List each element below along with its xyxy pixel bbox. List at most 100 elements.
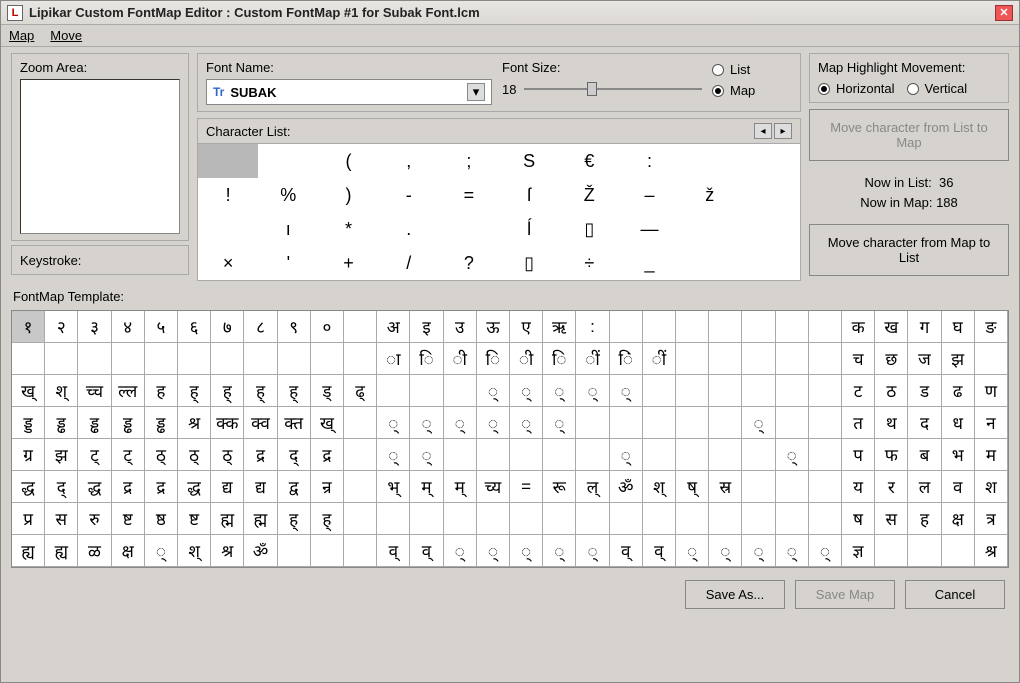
charlist-cell[interactable]: ı	[258, 212, 318, 246]
template-cell[interactable]: ्	[776, 535, 809, 567]
charlist-cell[interactable]	[740, 212, 800, 246]
template-cell[interactable]: ठ	[875, 375, 908, 407]
template-cell[interactable]	[178, 343, 211, 375]
template-cell[interactable]: ह्	[178, 375, 211, 407]
template-cell[interactable]: ्	[809, 535, 842, 567]
template-cell[interactable]	[444, 503, 477, 535]
template-cell[interactable]: ७	[211, 311, 244, 343]
charlist-cell[interactable]: (	[318, 144, 378, 178]
template-cell[interactable]: ्	[676, 535, 709, 567]
template-cell[interactable]: द्ध	[78, 471, 111, 503]
template-cell[interactable]: ्	[377, 439, 410, 471]
template-cell[interactable]: ि	[410, 343, 443, 375]
template-cell[interactable]	[344, 471, 377, 503]
charlist-cell[interactable]: +	[318, 246, 378, 280]
template-cell[interactable]: श्	[643, 471, 676, 503]
charlist-cell[interactable]: ſ	[499, 178, 559, 212]
template-cell[interactable]: ए	[510, 311, 543, 343]
template-cell[interactable]: ीं	[576, 343, 609, 375]
template-cell[interactable]	[643, 503, 676, 535]
template-cell[interactable]: ८	[244, 311, 277, 343]
template-cell[interactable]: २	[45, 311, 78, 343]
template-cell[interactable]: ्	[610, 439, 643, 471]
template-cell[interactable]	[643, 407, 676, 439]
template-cell[interactable]: ४	[112, 311, 145, 343]
font-dropdown-button[interactable]: ▾	[467, 83, 485, 101]
charlist-cell[interactable]	[198, 144, 258, 178]
template-cell[interactable]	[410, 375, 443, 407]
radio-horizontal[interactable]: Horizontal	[818, 81, 895, 96]
template-cell[interactable]	[709, 343, 742, 375]
template-cell[interactable]: ६	[178, 311, 211, 343]
template-cell[interactable]	[344, 343, 377, 375]
template-cell[interactable]	[510, 503, 543, 535]
template-cell[interactable]	[776, 311, 809, 343]
template-cell[interactable]: क्ष	[942, 503, 975, 535]
template-cell[interactable]: र	[875, 471, 908, 503]
charlist-cell[interactable]: :	[619, 144, 679, 178]
template-cell[interactable]: ल	[908, 471, 941, 503]
template-cell[interactable]: ष्ट	[112, 503, 145, 535]
template-cell[interactable]	[45, 343, 78, 375]
template-cell[interactable]: ्	[410, 407, 443, 439]
template-cell[interactable]	[742, 503, 775, 535]
charlist-cell[interactable]: Ž	[559, 178, 619, 212]
template-cell[interactable]: ष	[842, 503, 875, 535]
template-cell[interactable]: ी	[444, 343, 477, 375]
template-cell[interactable]: ्	[742, 535, 775, 567]
template-cell[interactable]: श्	[178, 535, 211, 567]
template-cell[interactable]: ्	[709, 535, 742, 567]
template-cell[interactable]: ड्ढ	[145, 407, 178, 439]
template-cell[interactable]: त	[842, 407, 875, 439]
template-cell[interactable]	[543, 439, 576, 471]
template-cell[interactable]: प्र	[12, 503, 45, 535]
template-cell[interactable]	[444, 375, 477, 407]
template-cell[interactable]: फ	[875, 439, 908, 471]
template-cell[interactable]: श	[975, 471, 1008, 503]
template-cell[interactable]	[776, 471, 809, 503]
template-cell[interactable]: ्	[543, 407, 576, 439]
charlist-cell[interactable]	[680, 212, 740, 246]
template-cell[interactable]: झ	[942, 343, 975, 375]
template-cell[interactable]	[477, 503, 510, 535]
charlist-cell[interactable]	[740, 178, 800, 212]
template-cell[interactable]: ्	[742, 407, 775, 439]
charlist-cell[interactable]: -	[379, 178, 439, 212]
template-cell[interactable]: ह्	[278, 503, 311, 535]
template-cell[interactable]: ह्	[244, 375, 277, 407]
move-to-map-button[interactable]: Move character from List to Map	[809, 109, 1009, 161]
template-cell[interactable]: ङ	[975, 311, 1008, 343]
template-cell[interactable]: स	[875, 503, 908, 535]
template-cell[interactable]: म्	[444, 471, 477, 503]
close-button[interactable]: ✕	[995, 5, 1013, 21]
template-cell[interactable]: न्र	[311, 471, 344, 503]
template-cell[interactable]: क्त	[278, 407, 311, 439]
template-cell[interactable]: ठ्	[178, 439, 211, 471]
template-cell[interactable]	[942, 535, 975, 567]
template-cell[interactable]: ्	[543, 375, 576, 407]
template-cell[interactable]: ह्	[211, 375, 244, 407]
charlist-cell[interactable]: ÷	[559, 246, 619, 280]
template-cell[interactable]: इ	[410, 311, 443, 343]
charlist-cell[interactable]: %	[258, 178, 318, 212]
template-cell[interactable]: ्	[410, 439, 443, 471]
template-cell[interactable]	[809, 439, 842, 471]
template-cell[interactable]	[510, 439, 543, 471]
template-cell[interactable]: ज्ञ	[842, 535, 875, 567]
template-cell[interactable]	[377, 503, 410, 535]
template-cell[interactable]	[543, 503, 576, 535]
charlist-cell[interactable]: ž	[680, 178, 740, 212]
template-cell[interactable]	[709, 407, 742, 439]
template-cell[interactable]	[676, 375, 709, 407]
template-cell[interactable]: ्	[576, 535, 609, 567]
template-cell[interactable]: ख्	[12, 375, 45, 407]
radio-list[interactable]: List	[712, 62, 792, 77]
charlist-next-button[interactable]: ▸	[774, 123, 792, 139]
template-cell[interactable]: ल्ल	[112, 375, 145, 407]
template-cell[interactable]: य	[842, 471, 875, 503]
charlist-cell[interactable]: S	[499, 144, 559, 178]
template-cell[interactable]: अ	[377, 311, 410, 343]
charlist-cell[interactable]: ×	[198, 246, 258, 280]
template-cell[interactable]: द्व	[278, 471, 311, 503]
radio-map[interactable]: Map	[712, 83, 792, 98]
